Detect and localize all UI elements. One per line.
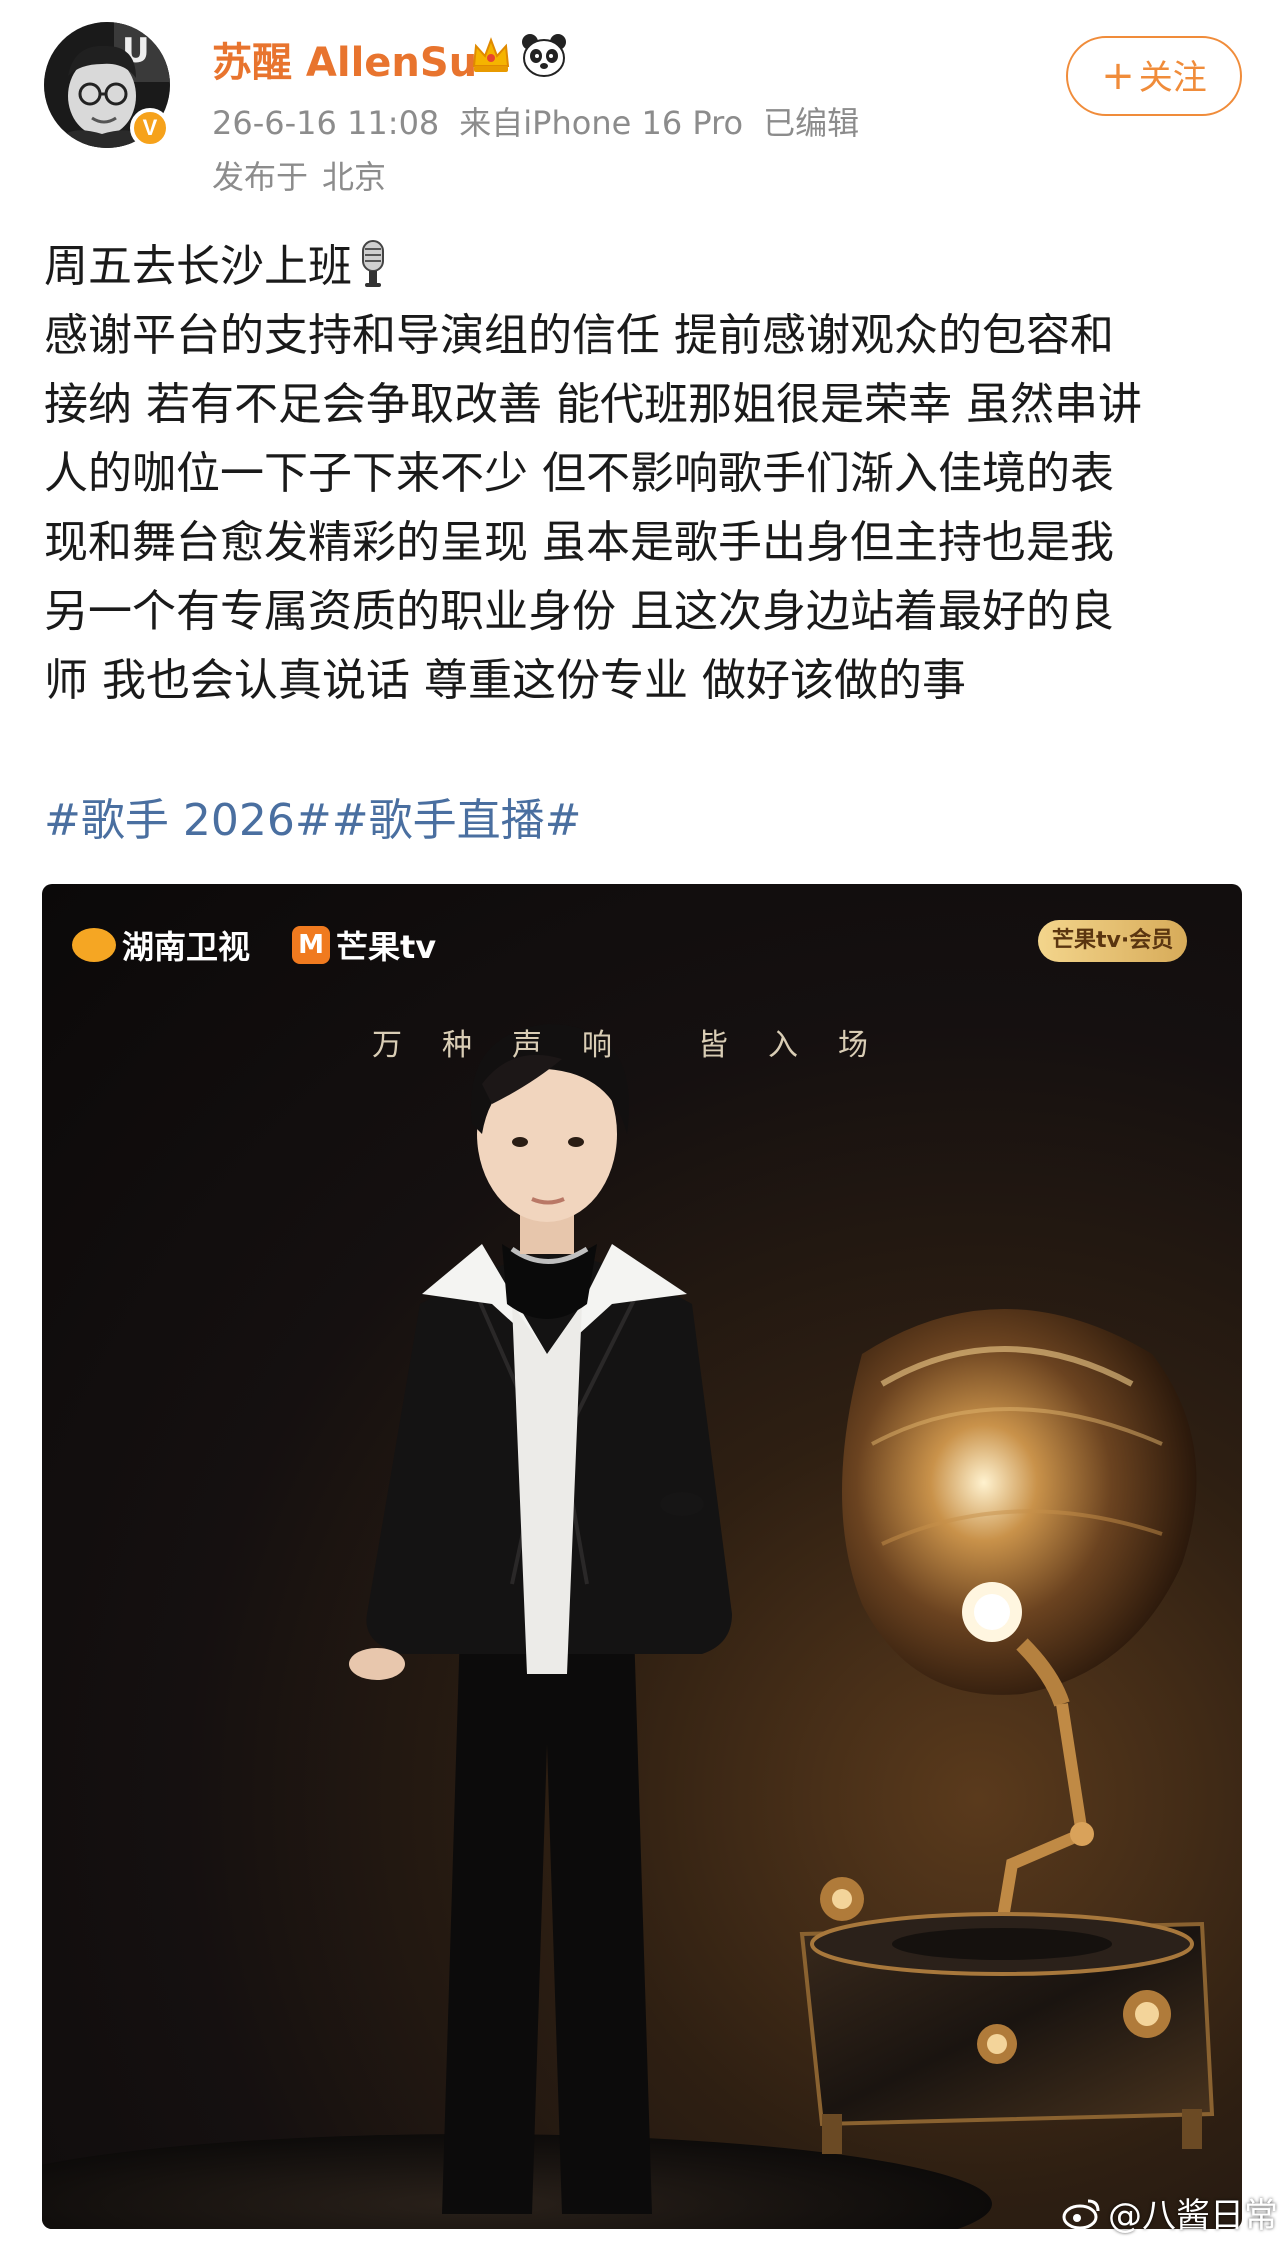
post-meta: 26-6-16 11:08 来自iPhone 16 Pro 已编辑: [212, 98, 879, 144]
post-text-line: 另一个有专属资质的职业身份 且这次身边站着最好的良: [44, 586, 1114, 637]
hashtag-link[interactable]: #歌手直播#: [332, 795, 582, 846]
weibo-icon: [1062, 2199, 1100, 2229]
follow-button[interactable]: + 关注: [1066, 36, 1242, 116]
post-text-line: 感谢平台的支持和导演组的信任 提前感谢观众的包容和: [44, 310, 1114, 361]
post-text-line: 师 我也会认真说话 尊重这份专业 做好该做的事: [44, 655, 966, 706]
mango-tv-mark-icon: M: [292, 926, 330, 964]
plus-icon: +: [1101, 53, 1135, 99]
location-prefix: 发布于: [212, 158, 309, 196]
post-text: 周五去长沙上班 感谢平台的支持和导演组的信任 提前感谢观众的包容和 接纳 若有不…: [44, 232, 1240, 715]
hunan-tv-mark-icon: [72, 928, 116, 962]
follow-label: 关注: [1138, 58, 1207, 98]
post-text-line: 接纳 若有不足会争取改善 能代班那姐很是荣幸 虽然串讲: [44, 379, 1142, 430]
panda-icon[interactable]: [520, 32, 568, 78]
gramophone: [799, 1309, 1215, 2154]
post-time: 26-6-16 11:08: [212, 104, 440, 142]
weibo-post-page: U V 苏醒 AllenSu 26-6-16 11:08 来自iPhone 16 …: [0, 0, 1284, 2241]
post-source: 来自iPhone 16 Pro: [459, 104, 744, 142]
post-text-line: 周五去长沙上班: [44, 232, 1240, 301]
hashtag-link[interactable]: #歌手 2026#: [44, 795, 332, 846]
poster-artwork: [42, 1024, 1215, 2229]
post-text-line: 现和舞台愈发精彩的呈现 虽本是歌手出身但主持也是我: [44, 517, 1114, 568]
location-value: 北京: [322, 158, 387, 196]
hashtags: #歌手 2026##歌手直播#: [44, 784, 581, 848]
mango-member-badge: 芒果tv·会员: [1038, 920, 1188, 962]
post-image[interactable]: 湖南卫视 M 芒果tv 芒果tv·会员 万种声响 皆入场: [42, 884, 1242, 2229]
author-name[interactable]: 苏醒 AllenSu: [212, 30, 477, 88]
verified-badge: V: [130, 108, 170, 148]
post-text-line: 人的咖位一下子下来不少 但不影响歌手们渐入佳境的表: [44, 448, 1114, 499]
hunan-tv-logo: 湖南卫视: [72, 920, 250, 970]
mango-tv-logo: M 芒果tv: [292, 920, 436, 970]
weibo-watermark: @八酱日常: [1062, 2188, 1278, 2237]
poster-slogan: 万种声响 皆入场: [372, 1028, 908, 1063]
crown-icon[interactable]: [468, 32, 514, 78]
person-figure: [349, 1024, 732, 2214]
post-location: 发布于 北京: [212, 152, 400, 198]
edited-label[interactable]: 已编辑: [763, 104, 859, 142]
microphone-icon: [362, 240, 384, 287]
